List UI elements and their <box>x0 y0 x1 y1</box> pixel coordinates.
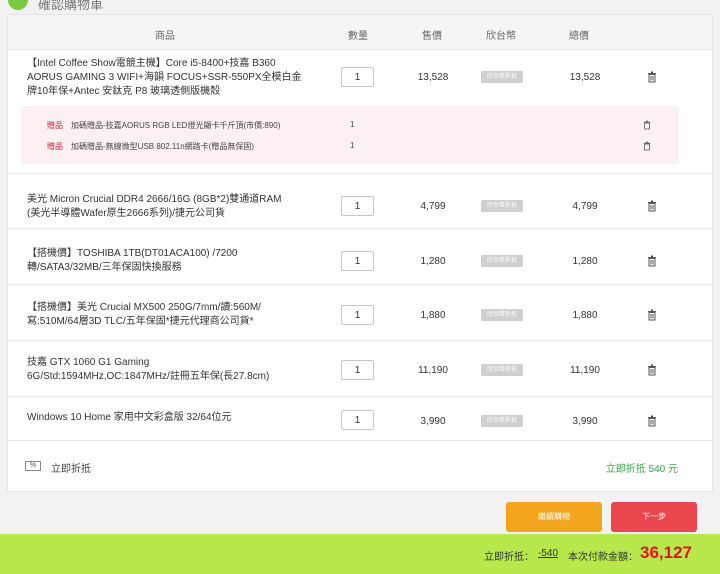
quantity-input[interactable] <box>341 305 374 325</box>
unit-price: 11,190 <box>418 365 448 376</box>
coin-discount-badge[interactable]: 欣台幣折抵 <box>481 200 523 212</box>
trash-icon[interactable] <box>643 120 651 130</box>
col-product: 商品 <box>155 31 175 42</box>
instant-discount-bar: % 立即折抵 立即折抵 540 元 <box>7 452 713 482</box>
trash-icon[interactable] <box>647 255 657 267</box>
next-step-button[interactable]: 下一步 <box>611 502 697 532</box>
trash-icon[interactable] <box>647 200 657 212</box>
gift-tag: 贈品 <box>47 121 63 130</box>
gift-qty: 1 <box>350 141 355 150</box>
col-price: 售價 <box>422 31 442 42</box>
table-row: 技嘉 GTX 1060 G1 Gaming 6G/Std:1594MHz,OC:… <box>7 341 713 397</box>
quantity-input[interactable] <box>341 67 374 87</box>
table-row: 【搭機價】美光 Crucial MX500 250G/7mm/讀:560M/ 寫… <box>7 285 713 341</box>
product-name: 【搭機價】TOSHIBA 1TB(DT01ACA100) /7200 轉/SAT… <box>27 248 238 273</box>
gift-name: 加碼贈品-技嘉AORUS RGB LED燈光顯卡千斤頂(市價:890) <box>71 121 281 130</box>
product-name: 技嘉 GTX 1060 G1 Gaming 6G/Std:1594MHz,OC:… <box>27 357 270 382</box>
coin-discount-badge[interactable]: 欣台幣折抵 <box>481 415 523 427</box>
instant-discount-amount: 立即折抵 540 元 <box>605 464 678 475</box>
coin-discount-badge[interactable]: 欣台幣折抵 <box>481 255 523 267</box>
gift-qty: 1 <box>350 120 355 129</box>
table-header: 商品 數量 售價 欣台幣 總價 <box>7 14 713 50</box>
gift-tag: 贈品 <box>47 142 63 151</box>
quantity-input[interactable] <box>341 360 374 380</box>
percent-icon: % <box>25 461 41 471</box>
coin-discount-badge[interactable]: 欣台幣折抵 <box>481 71 523 83</box>
table-row: Windows 10 Home 家用中文彩盒版 32/64位元 3,990 欣台… <box>7 397 713 441</box>
line-total: 1,880 <box>572 310 598 321</box>
product-name: Windows 10 Home 家用中文彩盒版 32/64位元 <box>27 412 232 423</box>
unit-price: 3,990 <box>420 416 446 427</box>
summary-discount-label: 立即折抵： <box>484 552 534 563</box>
checkout-summary-bar: 立即折抵： -540 本次付款金額： 36,127 <box>0 534 720 574</box>
line-total: 1,280 <box>572 256 598 267</box>
unit-price: 4,799 <box>420 201 446 212</box>
line-total: 4,799 <box>572 201 598 212</box>
col-coin: 欣台幣 <box>486 31 516 42</box>
table-row: 【搭機價】TOSHIBA 1TB(DT01ACA100) /7200 轉/SAT… <box>7 229 713 285</box>
continue-shopping-button[interactable]: 繼續購物 <box>506 502 602 532</box>
unit-price: 13,528 <box>417 72 449 83</box>
instant-discount-label: 立即折抵 <box>51 464 91 475</box>
product-name: 【搭機價】美光 Crucial MX500 250G/7mm/讀:560M/ 寫… <box>27 302 261 327</box>
trash-icon[interactable] <box>647 364 657 376</box>
summary-discount-value[interactable]: -540 <box>538 548 558 559</box>
unit-price: 1,880 <box>420 310 446 321</box>
trash-icon[interactable] <box>647 71 657 83</box>
cart-page: 確認購物車 商品 數量 售價 欣台幣 總價 【Intel Coffee Show… <box>0 0 720 574</box>
gift-item: 贈品 加碼贈品-技嘉AORUS RGB LED燈光顯卡千斤頂(市價:890) <box>47 120 280 131</box>
col-qty: 數量 <box>348 31 368 42</box>
gift-item: 贈品 加碼贈品-無線微型USB 802.11n網路卡(贈品無保固) <box>47 141 254 152</box>
col-total: 總價 <box>569 31 589 42</box>
unit-price: 1,280 <box>420 256 446 267</box>
summary-total-label: 本次付款金額： <box>568 552 638 563</box>
trash-icon[interactable] <box>647 309 657 321</box>
line-total: 11,190 <box>570 365 600 376</box>
step-check-icon <box>8 0 28 10</box>
product-name: 【Intel Coffee Show電競主機】Core i5-8400+技嘉 B… <box>27 58 302 97</box>
quantity-input[interactable] <box>341 196 374 216</box>
gift-list: 贈品 加碼贈品-技嘉AORUS RGB LED燈光顯卡千斤頂(市價:890) 1 … <box>21 106 679 164</box>
product-name: 美光 Micron Crucial DDR4 2666/16G (8GB*2)雙… <box>27 194 282 219</box>
gift-name: 加碼贈品-無線微型USB 802.11n網路卡(贈品無保固) <box>71 142 254 151</box>
quantity-input[interactable] <box>341 251 374 271</box>
summary-total-value: 36,127 <box>640 543 692 562</box>
trash-icon[interactable] <box>647 415 657 427</box>
quantity-input[interactable] <box>341 410 374 430</box>
table-row: 美光 Micron Crucial DDR4 2666/16G (8GB*2)雙… <box>7 174 713 229</box>
step-header: 確認購物車 <box>0 0 720 14</box>
step-title: 確認購物車 <box>38 0 104 12</box>
line-total: 13,528 <box>569 72 601 83</box>
coin-discount-badge[interactable]: 欣台幣折抵 <box>481 364 523 376</box>
coin-discount-badge[interactable]: 欣台幣折抵 <box>481 309 523 321</box>
trash-icon[interactable] <box>643 141 651 151</box>
line-total: 3,990 <box>572 416 598 427</box>
